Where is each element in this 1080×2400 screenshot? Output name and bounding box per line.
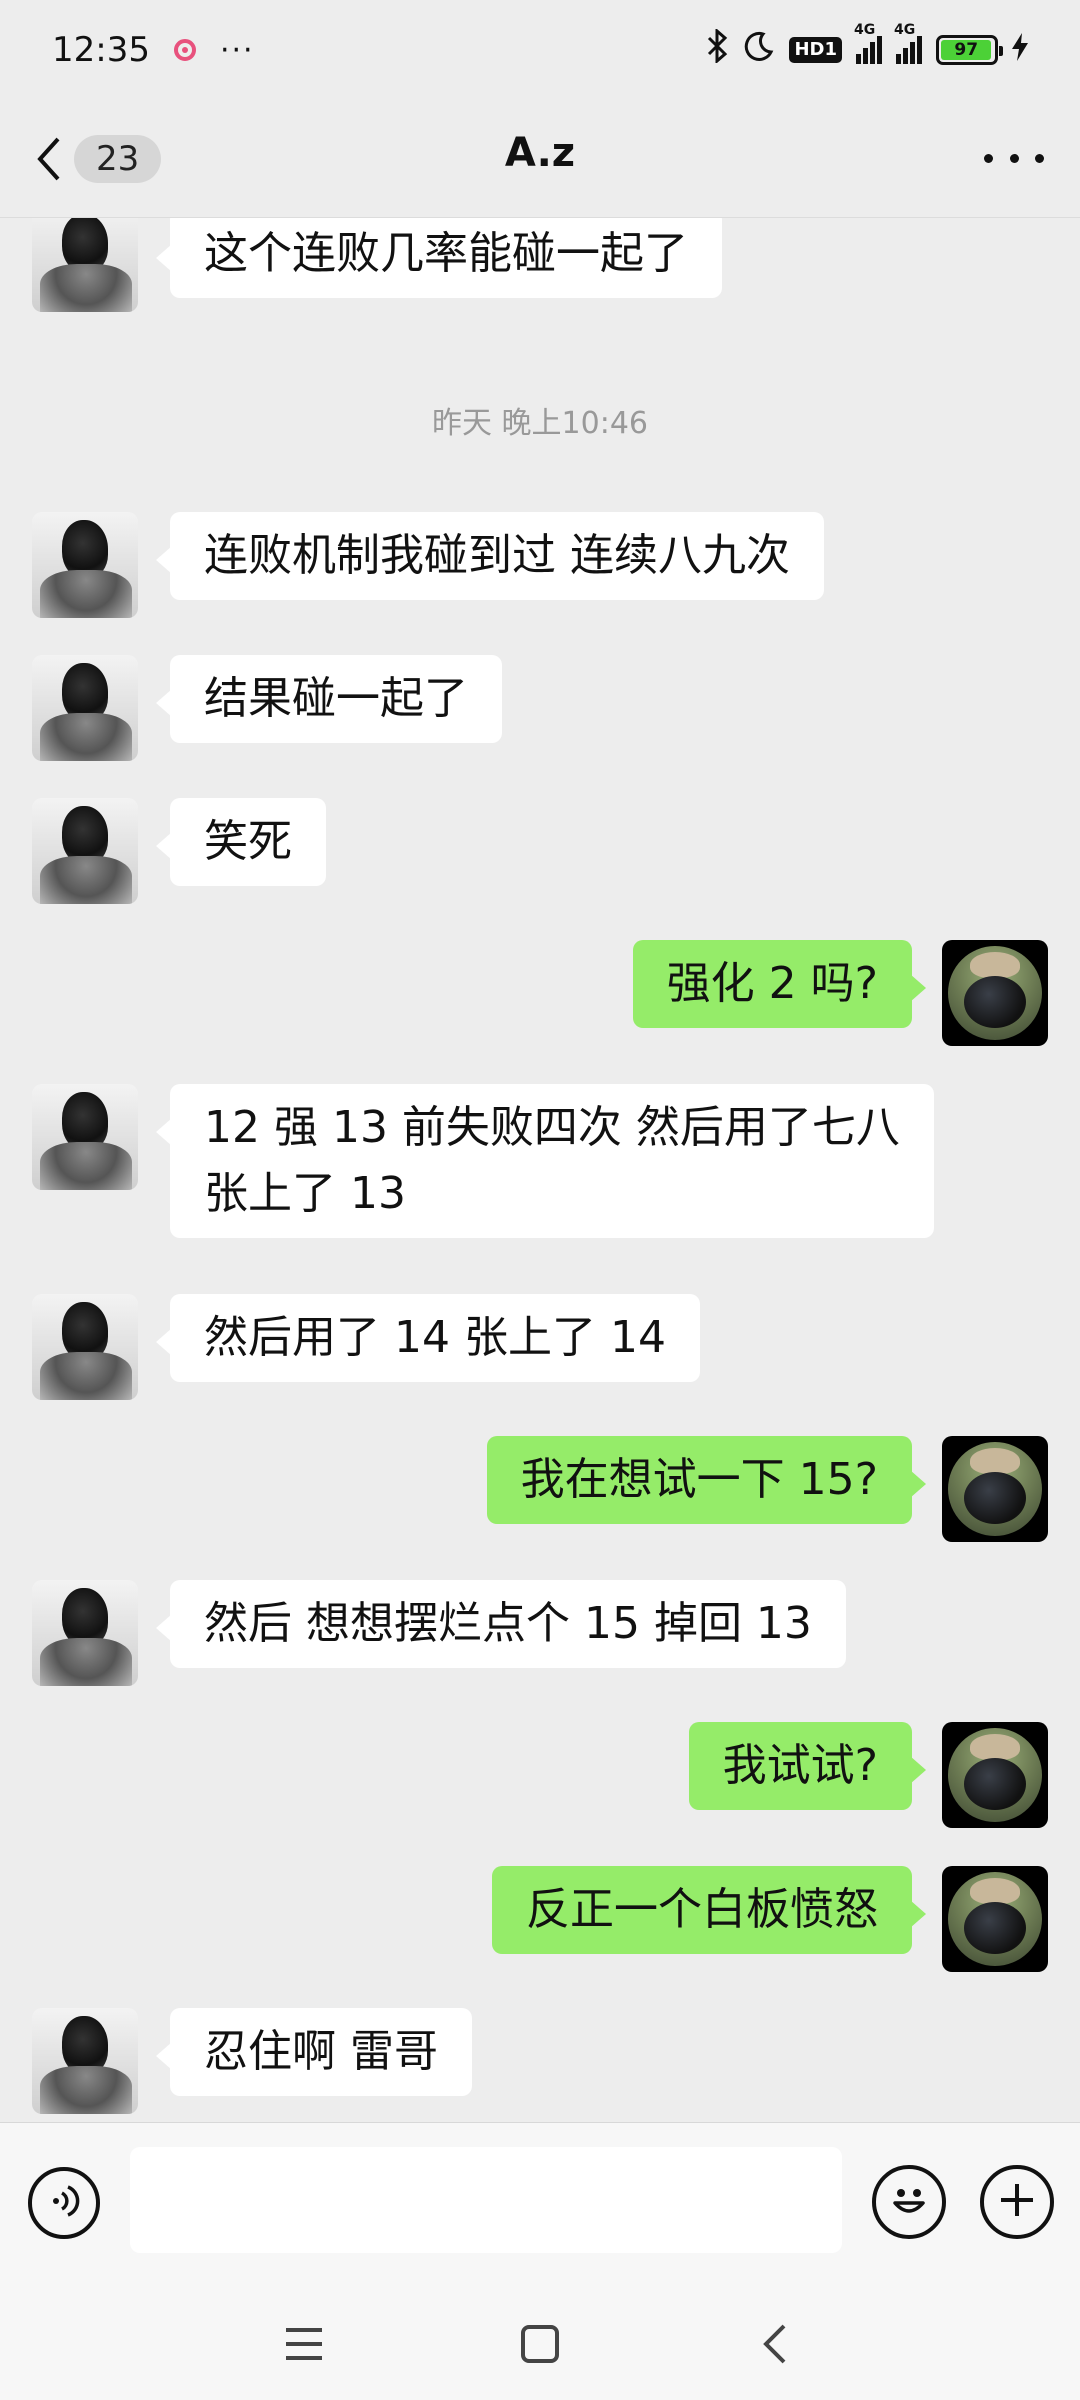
chat-header: 23 A.z xyxy=(0,100,1080,218)
message-input-bar xyxy=(0,2122,1080,2282)
home-button[interactable] xyxy=(510,2316,570,2376)
my-avatar[interactable] xyxy=(942,1722,1048,1828)
contact-avatar[interactable] xyxy=(32,798,138,904)
voice-input-button[interactable] xyxy=(28,2167,100,2239)
home-icon xyxy=(520,2324,560,2368)
contact-avatar[interactable] xyxy=(32,512,138,618)
hd-badge: HD1 xyxy=(789,37,842,63)
signal-icon-2: 4G xyxy=(894,22,922,64)
contact-avatar[interactable] xyxy=(32,2008,138,2114)
system-navigation-bar xyxy=(0,2282,1080,2400)
message-list[interactable]: 这个连败几率能碰一起了 昨天 晚上10:46 连败机制我碰到过 连续八九次 结果… xyxy=(0,218,1080,2122)
battery-icon: 97 xyxy=(936,35,1003,65)
message-bubble-received[interactable]: 忍住啊 雷哥 xyxy=(156,2008,472,2096)
battery-level: 97 xyxy=(941,40,992,60)
contact-avatar[interactable] xyxy=(32,655,138,761)
message-bubble-received[interactable]: 连败机制我碰到过 连续八九次 xyxy=(156,512,824,600)
message-bubble-received[interactable]: 12 强 13 前失败四次 然后用了七八 张上了 13 xyxy=(156,1084,934,1238)
message-line: 张上了 13 xyxy=(204,1168,406,1219)
my-avatar[interactable] xyxy=(942,1866,1048,1972)
message-bubble-received[interactable]: 这个连败几率能碰一起了 xyxy=(156,218,722,298)
more-options-button[interactable] xyxy=(984,138,1044,178)
message-bubble-sent[interactable]: 我试试? xyxy=(688,1722,927,1810)
my-avatar[interactable] xyxy=(942,940,1048,1046)
chat-title: A.z xyxy=(504,130,576,176)
message-bubble-received[interactable]: 结果碰一起了 xyxy=(156,655,502,743)
contact-avatar[interactable] xyxy=(32,218,138,312)
contact-avatar[interactable] xyxy=(32,1580,138,1686)
menu-icon xyxy=(284,2326,324,2366)
voice-icon xyxy=(44,2181,84,2225)
emoji-button[interactable] xyxy=(872,2165,946,2239)
lightning-icon xyxy=(1012,32,1028,68)
back-icon xyxy=(760,2322,788,2370)
bluetooth-icon xyxy=(705,27,729,72)
message-bubble-sent[interactable]: 反正一个白板愤怒 xyxy=(492,1866,926,1954)
message-bubble-sent[interactable]: 我在想试一下 15? xyxy=(486,1436,927,1524)
menu-button[interactable] xyxy=(274,2316,334,2376)
message-bubble-received[interactable]: 然后 想想摆烂点个 15 掉回 13 xyxy=(156,1580,846,1668)
message-timestamp: 昨天 晚上10:46 xyxy=(432,406,648,441)
moon-icon xyxy=(743,30,775,71)
message-line: 12 强 13 前失败四次 然后用了七八 xyxy=(204,1102,900,1153)
message-bubble-received[interactable]: 然后用了 14 张上了 14 xyxy=(156,1294,700,1382)
more-functions-button[interactable] xyxy=(980,2165,1054,2239)
emoji-icon xyxy=(882,2173,936,2231)
status-more-dots: ··· xyxy=(219,32,255,68)
message-bubble-sent[interactable]: 强化 2 吗? xyxy=(632,940,927,1028)
status-time: 12:35 xyxy=(52,30,150,70)
notification-dot-icon xyxy=(173,39,196,61)
contact-avatar[interactable] xyxy=(32,1084,138,1190)
status-bar: 12:35 ··· HD1 4G 4G 97 xyxy=(0,0,1080,100)
contact-avatar[interactable] xyxy=(32,1294,138,1400)
message-text-input[interactable] xyxy=(130,2147,842,2253)
message-bubble-received[interactable]: 笑死 xyxy=(156,798,326,886)
plus-icon xyxy=(996,2179,1038,2225)
signal-icon-1: 4G xyxy=(854,22,882,64)
system-back-button[interactable] xyxy=(744,2316,804,2376)
my-avatar[interactable] xyxy=(942,1436,1048,1542)
